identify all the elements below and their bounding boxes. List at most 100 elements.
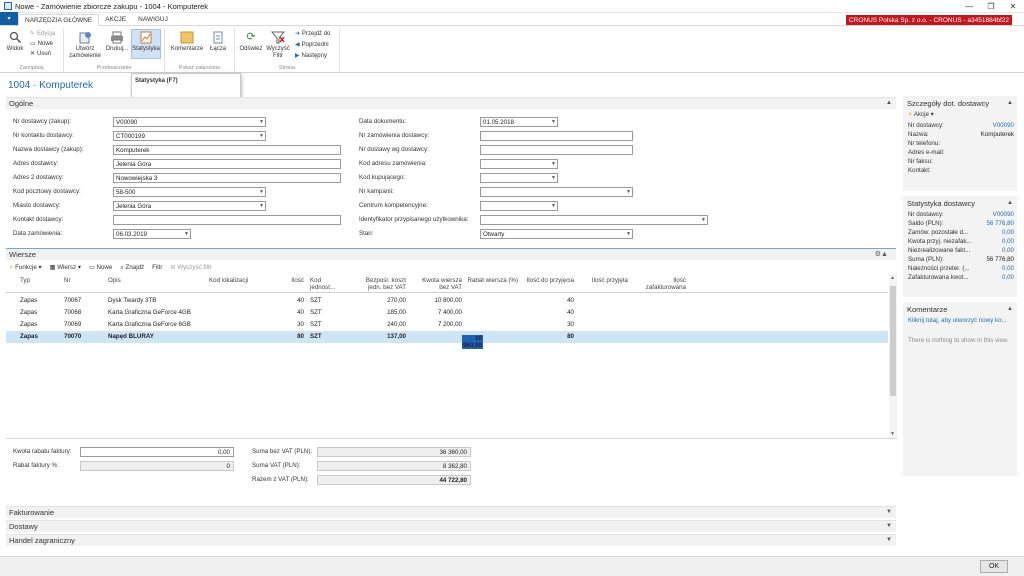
col-rabat-wiersza[interactable]: Rabat wiersza (%): [464, 277, 518, 284]
fasttab-wiersze[interactable]: Wiersze ⚙▲: [6, 248, 896, 260]
field-kontakt-dostawcy[interactable]: [113, 215, 341, 225]
wyczysc-filtr-lines-button[interactable]: ⊘ Wyczyść filtr: [170, 264, 211, 271]
table-row[interactable]: Zapas 70067 Dysk Twardy 3TB 40 SZT 270,0…: [6, 295, 888, 307]
factbox-title[interactable]: Komentarze ▲: [903, 302, 1017, 317]
field-kod-pocztowy[interactable]: 58-500 ▼: [113, 187, 266, 197]
col-nr[interactable]: Nr: [64, 277, 71, 284]
field-adres-2-dostawcy[interactable]: Nowowiejska 3: [113, 173, 341, 183]
chevron-down-icon[interactable]: ▼: [551, 119, 556, 125]
field-centrum-kompetencyjne[interactable]: ▼: [480, 201, 558, 211]
col-kod-jednostki[interactable]: Kod jednost...: [310, 277, 346, 291]
utworz-zamowienie-button[interactable]: Utwórz zamówienie: [68, 30, 102, 59]
field-stan[interactable]: Otwarty ▼: [480, 229, 633, 239]
field-kod-adresu-zamowienia[interactable]: ▼: [480, 159, 558, 169]
chevron-up-icon[interactable]: ▲: [886, 100, 892, 106]
fasttab-dostawy[interactable]: Dostawy ▼: [6, 520, 896, 532]
fasttab-ogolne[interactable]: Ogólne ▲: [6, 97, 896, 109]
table-row[interactable]: Zapas 70069 Karta Graficzna GeForce 6GB …: [6, 319, 888, 331]
nowe-button[interactable]: ▭ Nowe: [30, 40, 53, 48]
factbox-title[interactable]: Szczegóły dot. dostawcy ▲: [903, 96, 1017, 111]
chevron-down-icon[interactable]: ▼: [626, 189, 631, 195]
maximize-button[interactable]: ❐: [980, 0, 1002, 13]
chevron-down-icon[interactable]: ▼: [551, 203, 556, 209]
field-nr-zamowienia-dostawcy[interactable]: [480, 131, 633, 141]
lines-nowe-button[interactable]: ▭ Nowe: [89, 264, 112, 271]
ok-button[interactable]: OK: [980, 560, 1008, 573]
field-nr-kampanii[interactable]: ▼: [480, 187, 633, 197]
chevron-down-icon[interactable]: ▼: [886, 523, 892, 529]
znajdz-button[interactable]: ⌕ Znajdź: [120, 264, 144, 272]
app-menu-button[interactable]: ▾: [0, 12, 18, 25]
col-typ[interactable]: Typ: [20, 277, 30, 284]
new-comment-link[interactable]: Kliknij tutaj, aby utworzyć nowy ko...: [903, 317, 1017, 337]
chevron-up-icon[interactable]: ▲: [1007, 306, 1013, 312]
fasttab-fakturowanie[interactable]: Fakturowanie ▼: [6, 506, 896, 518]
field-identyfikator-uzytkownika[interactable]: ▼: [480, 215, 708, 225]
chevron-down-icon[interactable]: ▼: [701, 217, 706, 223]
col-kwota-wiersza[interactable]: Kwota wiersza bez VAT: [414, 277, 462, 291]
chevron-down-icon[interactable]: ▼: [886, 537, 892, 543]
edycja-button[interactable]: ✎ Edycja: [30, 30, 55, 38]
col-bezposredni-koszt[interactable]: Bezpośr. koszt jedn. bez VAT: [354, 277, 406, 291]
factbox-title[interactable]: Statystyka dostawcy ▲: [903, 196, 1017, 211]
col-kod-lokalizacji[interactable]: Kod lokalizacji: [209, 277, 259, 284]
chevron-up-icon[interactable]: ▲: [1007, 200, 1013, 206]
col-ilosc-zafakturowana[interactable]: Ilość zafakturowana: [638, 277, 686, 291]
chevron-down-icon[interactable]: ▼: [184, 231, 189, 237]
usun-button[interactable]: ✕ Usuń: [30, 50, 51, 58]
tab-akcje[interactable]: AKCJE: [99, 13, 132, 25]
filtr-button[interactable]: Filtr: [152, 264, 162, 271]
wiersz-menu[interactable]: ▦ Wiersz ▾: [50, 264, 81, 271]
field-nr-dostawy-wg-dostawcy[interactable]: [480, 145, 633, 155]
field-data-zamowienia[interactable]: 06.03.2019 ▼: [113, 229, 191, 239]
scroll-up-icon[interactable]: ▲: [890, 275, 895, 281]
table-row[interactable]: Zapas 70068 Karta Graficzna GeForce 4GB …: [6, 307, 888, 319]
przejdz-do-button[interactable]: ➜ Przejdź do: [295, 30, 330, 38]
chevron-down-icon[interactable]: ▼: [551, 161, 556, 167]
wyczysc-filtr-button[interactable]: Wyczyść Filtr: [265, 30, 291, 59]
field-kod-kupujacego[interactable]: ▼: [480, 173, 558, 183]
field-nazwa-dostawcy[interactable]: Komputerek: [113, 145, 341, 155]
lines-scrollbar[interactable]: ▲ ▼: [889, 274, 897, 438]
fasttab-handel-zagraniczny[interactable]: Handel zagraniczny ▼: [6, 534, 896, 546]
funkcje-menu[interactable]: ⚡ Funkcje ▾: [9, 264, 42, 271]
company-badge[interactable]: CRONUS Polska Sp. z o.o. - CRONUS - a345…: [845, 15, 1012, 25]
field-nr-dostawcy[interactable]: V00090 ▼: [113, 117, 266, 127]
col-opis[interactable]: Opis: [108, 277, 121, 284]
chevron-down-icon[interactable]: ▼: [886, 509, 892, 515]
col-ilosc-przyjeta[interactable]: Ilość przyjęta: [580, 277, 628, 284]
field-nr-kontaktu[interactable]: CT000199 ▼: [113, 131, 266, 141]
field-miasto-dostawcy[interactable]: Jelenia Góra ▼: [113, 201, 266, 211]
vendor-link[interactable]: V00090: [993, 122, 1014, 129]
widok-button[interactable]: Widok: [4, 30, 26, 53]
gear-icon[interactable]: ⚙▲: [875, 250, 888, 258]
field-kwota-rabatu[interactable]: 0,00: [80, 447, 234, 457]
chevron-down-icon[interactable]: ▼: [259, 189, 264, 195]
table-row-selected[interactable]: Zapas 70070 Napęd BLURAY 80 SZT 137,00 1…: [6, 331, 888, 349]
close-button[interactable]: ✕: [1002, 0, 1024, 13]
drukuj-button[interactable]: Drukuj...: [105, 30, 129, 53]
komentarze-button[interactable]: Komentarze: [169, 30, 205, 53]
minimize-button[interactable]: —: [958, 0, 980, 13]
col-ilosc[interactable]: Ilość: [276, 277, 304, 284]
poprzedni-button[interactable]: ◀ Poprzedni: [295, 41, 329, 49]
chevron-down-icon[interactable]: ▼: [259, 133, 264, 139]
statystyka-button[interactable]: Statystyka: [131, 29, 161, 59]
odswiez-button[interactable]: ⟳ Odśwież: [238, 30, 264, 53]
scroll-thumb[interactable]: [890, 286, 896, 396]
chevron-up-icon[interactable]: ▲: [1007, 100, 1013, 106]
field-adres-dostawcy[interactable]: Jelenia Góra: [113, 159, 341, 169]
scroll-down-icon[interactable]: ▼: [890, 431, 895, 437]
field-data-dokumentu[interactable]: 01.05.2018 ▼: [480, 117, 558, 127]
label-nr-zamowienia-dostawcy: Nr zamówienia dostawcy:: [359, 132, 430, 139]
chevron-down-icon[interactable]: ▼: [259, 119, 264, 125]
tab-narzedzia-glowne[interactable]: NARZĘDZIA GŁÓWNE: [18, 14, 100, 26]
chevron-down-icon[interactable]: ▼: [259, 203, 264, 209]
chevron-down-icon[interactable]: ▼: [626, 231, 631, 237]
nastepny-button[interactable]: ▶ Następny: [295, 52, 327, 60]
col-ilosc-do-przyjecia[interactable]: Ilość do przyjęcia: [518, 277, 574, 284]
chevron-down-icon[interactable]: ▼: [551, 175, 556, 181]
factbox-akcje-menu[interactable]: ⚡ Akcje ▾: [903, 111, 1017, 122]
lacza-button[interactable]: Łącza: [207, 30, 229, 53]
tab-nawiguj[interactable]: NAWIGUJ: [132, 13, 174, 25]
